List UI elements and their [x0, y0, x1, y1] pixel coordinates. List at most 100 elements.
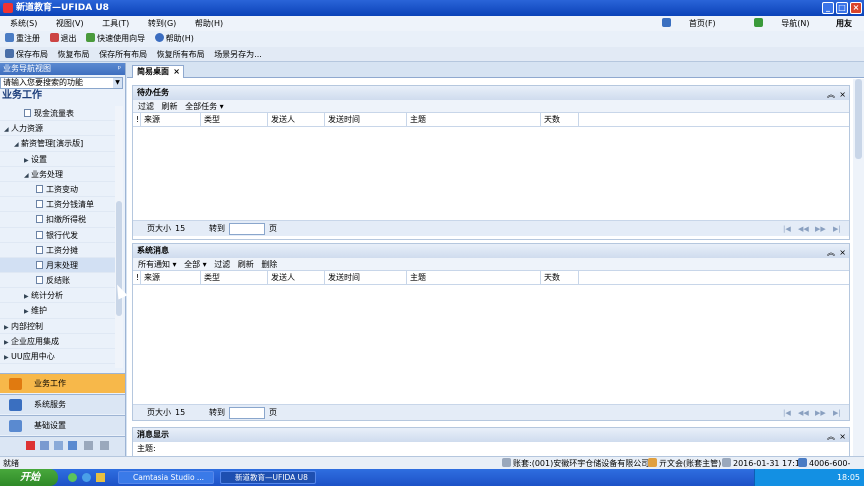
nav-tree-item[interactable]: 工资分钱清单	[0, 197, 116, 213]
quicklaunch-icon[interactable]	[68, 473, 77, 482]
nav-tree-item[interactable]: 反结账	[0, 273, 116, 289]
maximize-button[interactable]: □	[836, 2, 848, 14]
nav-tree-item[interactable]: 扣缴所得税	[0, 212, 116, 228]
nav-tree-item[interactable]: ▶ 设置	[0, 152, 116, 167]
col-source[interactable]: 来源	[141, 113, 201, 127]
nav-btn-basic[interactable]: 基础设置	[0, 415, 125, 435]
page-size-value[interactable]: 15	[175, 221, 185, 237]
browser-icon[interactable]	[82, 473, 91, 482]
nav-tree-item[interactable]: 现金流量表	[0, 106, 116, 122]
nav-tree-item[interactable]: ◢ 业务处理	[0, 167, 116, 182]
exit-button[interactable]: 退出	[49, 31, 77, 47]
save-layout-button[interactable]: 保存布局	[5, 47, 48, 62]
col-days[interactable]: 天数	[541, 271, 579, 285]
nav-tree-item[interactable]: ▶ 内部控制	[0, 319, 116, 334]
save-scene-as-button[interactable]: 场景另存为...	[214, 47, 262, 62]
first-page-icon[interactable]: |◀	[783, 221, 791, 237]
sysmsg-refresh-button[interactable]: 刷新	[238, 260, 254, 269]
window-icon[interactable]	[68, 441, 77, 450]
nav-btn-business[interactable]: 业务工作	[0, 373, 125, 393]
next-page-icon[interactable]: ▶▶	[815, 221, 826, 237]
pin-icon[interactable]: ᵖ	[118, 63, 121, 75]
col-send-time[interactable]: 发送时间	[325, 113, 407, 127]
nav-tree-item[interactable]: ▶ 统计分析	[0, 288, 116, 304]
taskbar-camtasia[interactable]: Camtasia Studio ...	[118, 471, 214, 484]
col-send-time[interactable]: 发送时间	[325, 271, 407, 285]
nav-tree-item[interactable]: ◢ 人力资源	[0, 121, 116, 137]
collapse-icon[interactable]: ︽	[827, 430, 835, 444]
nav-scrollbar[interactable]	[115, 106, 123, 368]
next-page-icon[interactable]: ▶▶	[815, 405, 826, 421]
todo-refresh-button[interactable]: 刷新	[162, 102, 178, 111]
goto-page-combo[interactable]	[229, 223, 265, 235]
restore-layout-button[interactable]: 恢复布局	[58, 47, 90, 62]
quick-guide-button[interactable]: 快速使用向导	[86, 31, 145, 47]
nav-tree-item[interactable]: ▶ 企业应用集成	[0, 334, 116, 349]
content-scrollbar[interactable]	[853, 79, 864, 456]
grid-icon[interactable]	[40, 441, 49, 450]
list-icon[interactable]	[54, 441, 63, 450]
nav-tree-item[interactable]: 工资分摊	[0, 243, 116, 258]
col-sender[interactable]: 发送人	[268, 113, 325, 127]
col-days[interactable]: 天数	[541, 113, 579, 127]
nav-tree-item[interactable]: ▶ 维护	[0, 303, 116, 319]
menu-system[interactable]: 系统(S)	[10, 19, 37, 28]
menu-view[interactable]: 视图(V)	[56, 19, 84, 28]
sysmsg-filter-button[interactable]: 过滤	[214, 260, 230, 269]
panel-close-icon[interactable]: ×	[839, 88, 846, 102]
nav-tree-item[interactable]: 月末处理	[0, 257, 116, 274]
nav-tree-item[interactable]: ◢ 薪资管理[演示版]	[0, 136, 116, 152]
menu-help[interactable]: 帮助(H)	[195, 19, 223, 28]
prev-page-icon[interactable]: ◀◀	[798, 405, 809, 421]
save-all-layout-button[interactable]: 保存所有布局	[99, 47, 147, 62]
nav-tree-item[interactable]: 银行代发	[0, 228, 116, 243]
col-flag[interactable]: !	[133, 271, 141, 285]
nav-btn-system[interactable]: 系统服务	[0, 394, 125, 414]
nav-tree-item[interactable]: ▶ UU应用中心	[0, 349, 116, 365]
col-type[interactable]: 类型	[201, 271, 268, 285]
col-sender[interactable]: 发送人	[268, 271, 325, 285]
nav-search-input[interactable]: 请输入您要搜索的功能 ▼	[0, 77, 123, 89]
nav-tree-item[interactable]: 工资变动	[0, 182, 116, 198]
help-button[interactable]: 帮助(H)	[154, 31, 194, 47]
nav-tree-label: 现金流量表	[34, 109, 74, 118]
col-subject[interactable]: 主题	[407, 271, 541, 285]
cascade-icon[interactable]	[100, 441, 109, 450]
prev-page-icon[interactable]: ◀◀	[798, 221, 809, 237]
todo-all-tasks-dropdown[interactable]: 全部任务 ▾	[185, 102, 224, 111]
stop-icon[interactable]	[26, 441, 35, 450]
col-flag[interactable]: !	[133, 113, 141, 127]
last-page-icon[interactable]: ▶|	[833, 221, 841, 237]
chevron-down-icon[interactable]: ▼	[113, 78, 122, 88]
taskbar-u8[interactable]: 新道教育—UFIDA U8	[220, 471, 316, 484]
col-type[interactable]: 类型	[201, 113, 268, 127]
content-scroll-thumb[interactable]	[855, 79, 862, 159]
tab-close-icon[interactable]: ×	[173, 66, 180, 78]
sysmsg-delete-button[interactable]: 删除	[261, 260, 277, 269]
all-notices-dropdown[interactable]: 所有通知 ▾	[138, 260, 177, 269]
first-page-icon[interactable]: |◀	[783, 405, 791, 421]
all-dropdown[interactable]: 全部 ▾	[184, 260, 207, 269]
home-link[interactable]: 首页(F)	[650, 18, 722, 28]
collapse-icon[interactable]: ︽	[827, 246, 835, 260]
menu-tools[interactable]: 工具(T)	[102, 19, 129, 28]
col-source[interactable]: 来源	[141, 271, 201, 285]
menu-goto[interactable]: 转到(G)	[148, 19, 176, 28]
close-button[interactable]: ×	[850, 2, 862, 14]
tile-icon[interactable]	[84, 441, 93, 450]
col-subject[interactable]: 主题	[407, 113, 541, 127]
start-button[interactable]: 开始	[0, 469, 58, 486]
page-size-value[interactable]: 15	[175, 405, 185, 421]
relogin-button[interactable]: 重注册	[5, 31, 40, 47]
todo-filter-button[interactable]: 过滤	[138, 102, 154, 111]
folder-icon[interactable]	[96, 473, 105, 482]
last-page-icon[interactable]: ▶|	[833, 405, 841, 421]
minimize-button[interactable]: _	[822, 2, 834, 14]
goto-page-combo[interactable]	[229, 407, 265, 419]
collapse-icon[interactable]: ︽	[827, 88, 835, 102]
nav-link[interactable]: 导航(N)	[742, 18, 815, 28]
restore-all-layout-button[interactable]: 恢复所有布局	[157, 47, 205, 62]
tab-simple-desktop[interactable]: 简易桌面 ×	[132, 65, 184, 78]
panel-close-icon[interactable]: ×	[839, 246, 846, 260]
panel-close-icon[interactable]: ×	[839, 430, 846, 444]
